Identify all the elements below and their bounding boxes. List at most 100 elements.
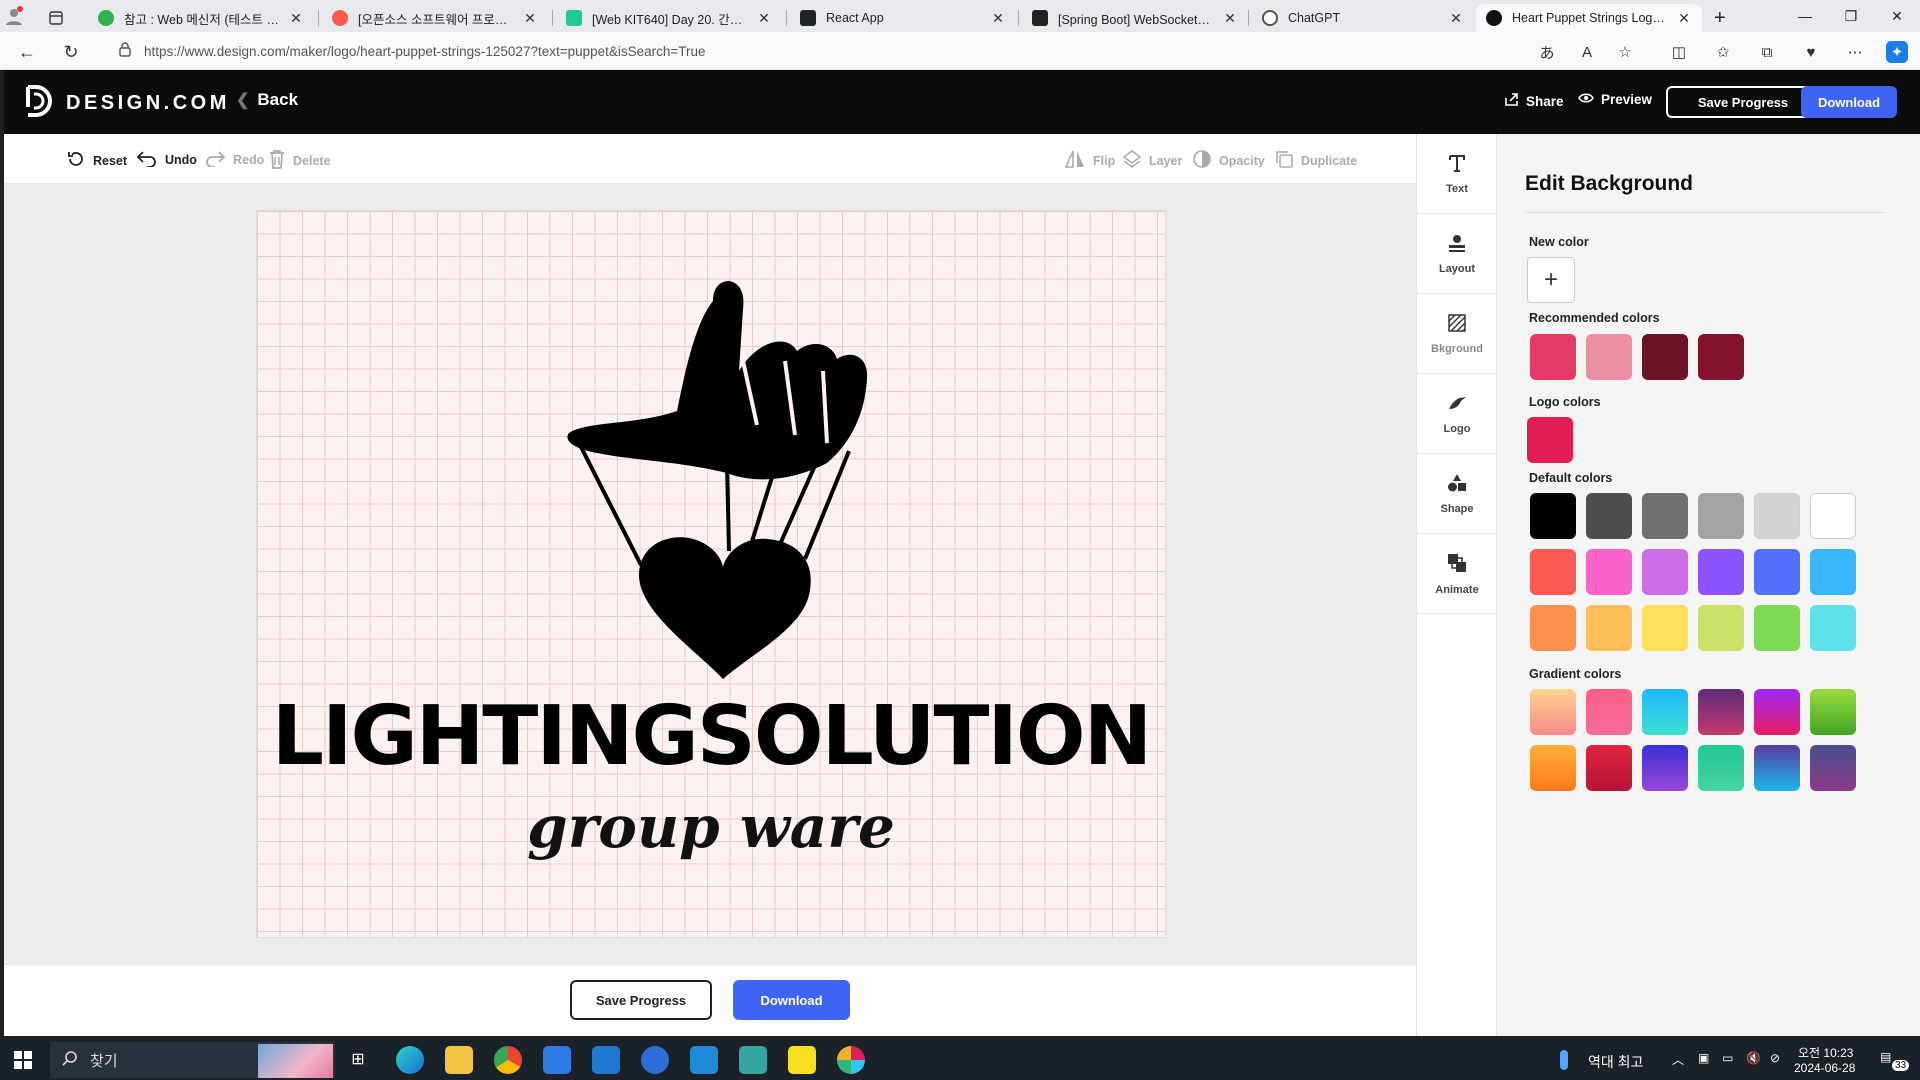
tab-spring-boot[interactable]: [Spring Boot] WebSocket과 채팅... ✕ [1022, 4, 1248, 32]
bottom-save-progress-button[interactable]: Save Progress [570, 980, 712, 1020]
gradient-color-swatch[interactable] [1698, 689, 1744, 735]
recommended-color-swatch[interactable] [1698, 334, 1744, 380]
read-aloud-icon[interactable]: A [1576, 41, 1598, 63]
save-progress-button[interactable]: Save Progress [1666, 86, 1820, 118]
store-icon[interactable] [543, 1046, 571, 1074]
opacity-button[interactable]: Opacity [1192, 149, 1265, 172]
default-color-swatch[interactable] [1754, 605, 1800, 651]
brand-logo[interactable]: DESIGN.COM [22, 84, 230, 123]
split-screen-icon[interactable]: ◫ [1668, 41, 1690, 63]
gradient-color-swatch[interactable] [1754, 745, 1800, 791]
reload-icon[interactable]: ↻ [58, 39, 84, 65]
gradient-color-swatch[interactable] [1754, 689, 1800, 735]
network-icon[interactable]: ▭ [1722, 1051, 1733, 1065]
more-menu-icon[interactable]: ⋯ [1844, 41, 1866, 63]
default-color-swatch[interactable] [1530, 493, 1576, 539]
browser-essentials-icon[interactable]: ♥ [1800, 41, 1822, 63]
recommended-color-swatch[interactable] [1642, 334, 1688, 380]
restore-icon[interactable]: ❐ [1828, 0, 1874, 32]
favorite-star-icon[interactable]: ☆ [1614, 41, 1636, 63]
rail-text[interactable]: Text [1417, 134, 1497, 214]
url-field[interactable]: https://www.design.com/maker/logo/heart-… [104, 37, 1634, 65]
meet-icon[interactable]: ▣ [1698, 1051, 1709, 1065]
download-button[interactable]: Download [1801, 86, 1897, 118]
close-tab-icon[interactable]: ✕ [1676, 10, 1692, 27]
minimize-icon[interactable]: — [1782, 0, 1828, 32]
default-color-swatch[interactable] [1698, 493, 1744, 539]
bottom-download-button[interactable]: Download [733, 980, 850, 1020]
redo-button[interactable]: Redo [204, 149, 264, 170]
vscode-icon[interactable] [690, 1046, 718, 1074]
volume-muted-icon[interactable]: 🔇 [1746, 1051, 1761, 1065]
back-button[interactable]: ❮ Back [236, 90, 298, 110]
default-color-swatch[interactable] [1698, 605, 1744, 651]
delete-button[interactable]: Delete [268, 149, 331, 172]
default-color-swatch[interactable] [1586, 549, 1632, 595]
default-color-swatch[interactable] [1810, 549, 1856, 595]
default-color-swatch[interactable] [1754, 549, 1800, 595]
flip-button[interactable]: Flip [1064, 149, 1115, 172]
rail-background[interactable]: Bkground [1417, 294, 1497, 374]
recommended-color-swatch[interactable] [1530, 334, 1576, 380]
gradient-color-swatch[interactable] [1642, 745, 1688, 791]
recommended-color-swatch[interactable] [1586, 334, 1632, 380]
tab-web-messenger[interactable]: 참고 : Web 메신저 (테스트 진... ✕ [88, 4, 314, 32]
rail-shape[interactable]: Shape [1417, 454, 1497, 534]
edge-icon[interactable] [396, 1046, 424, 1074]
kakaotalk-icon[interactable] [788, 1046, 816, 1074]
logo-subtitle-text[interactable]: group ware [257, 793, 1165, 861]
tab-opensource[interactable]: [오픈소스 소프트웨어 프로젝트... ✕ [322, 4, 548, 32]
add-color-button[interactable]: + [1527, 257, 1575, 303]
gradient-color-swatch[interactable] [1530, 745, 1576, 791]
mail-icon[interactable] [592, 1046, 620, 1074]
default-color-swatch[interactable] [1642, 605, 1688, 651]
gradient-color-swatch[interactable] [1530, 689, 1576, 735]
collections-icon[interactable]: ⧉ [1756, 41, 1778, 63]
file-explorer-icon[interactable] [445, 1046, 473, 1074]
logo-color-swatch[interactable] [1527, 417, 1573, 463]
reset-button[interactable]: Reset [66, 149, 127, 172]
logo-title-text[interactable]: LIGHTINGSOLUTION [257, 689, 1165, 784]
preview-button[interactable]: Preview [1578, 92, 1652, 107]
blocked-icon[interactable]: ⊘ [1770, 1051, 1780, 1065]
back-arrow-icon[interactable]: ← [14, 39, 40, 65]
close-tab-icon[interactable]: ✕ [522, 10, 538, 27]
default-color-swatch[interactable] [1810, 605, 1856, 651]
gradient-color-swatch[interactable] [1586, 689, 1632, 735]
default-color-swatch[interactable] [1530, 549, 1576, 595]
default-color-swatch[interactable] [1586, 493, 1632, 539]
default-color-swatch[interactable] [1642, 549, 1688, 595]
clock-time[interactable]: 오전 10:23 [1798, 1044, 1853, 1061]
clock-date[interactable]: 2024-06-28 [1794, 1061, 1855, 1075]
close-tab-icon[interactable]: ✕ [1448, 10, 1464, 27]
gradient-color-swatch[interactable] [1810, 689, 1856, 735]
tab-web-kit[interactable]: [Web KIT640] Day 20. 간단한 ... ✕ [556, 4, 782, 32]
gradient-color-swatch[interactable] [1642, 689, 1688, 735]
sourcetree-icon[interactable] [739, 1046, 767, 1074]
close-window-icon[interactable]: ✕ [1874, 0, 1920, 32]
layer-button[interactable]: Layer [1122, 149, 1182, 172]
pinned-app-icon[interactable] [641, 1046, 669, 1074]
default-color-swatch[interactable] [1586, 605, 1632, 651]
duplicate-button[interactable]: Duplicate [1274, 149, 1357, 172]
undo-button[interactable]: Undo [136, 149, 197, 170]
default-color-swatch[interactable] [1754, 493, 1800, 539]
puppet-hand-heart-icon[interactable] [257, 211, 1167, 691]
gradient-color-swatch[interactable] [1810, 745, 1856, 791]
default-color-swatch[interactable] [1698, 549, 1744, 595]
tab-chatgpt[interactable]: ChatGPT ✕ [1252, 4, 1474, 32]
default-color-swatch[interactable] [1530, 605, 1576, 651]
share-button[interactable]: Share [1504, 92, 1564, 110]
tab-react-app[interactable]: React App ✕ [790, 4, 1016, 32]
logo-artboard[interactable]: LIGHTINGSOLUTION group ware [256, 210, 1166, 938]
tab-design-com[interactable]: Heart Puppet Strings Logo | De... ✕ [1476, 4, 1702, 32]
windows-start-icon[interactable] [14, 1051, 32, 1074]
close-tab-icon[interactable]: ✕ [990, 10, 1006, 27]
rail-logo[interactable]: Logo [1417, 374, 1497, 454]
new-tab-icon[interactable]: + [1714, 4, 1738, 32]
favorites-icon[interactable]: ✩ [1712, 41, 1734, 63]
default-color-swatch[interactable] [1810, 493, 1856, 539]
rail-layout[interactable]: Layout [1417, 214, 1497, 294]
profile-icon[interactable] [4, 2, 26, 30]
tray-chevron-icon[interactable]: ︿ [1672, 1051, 1684, 1068]
